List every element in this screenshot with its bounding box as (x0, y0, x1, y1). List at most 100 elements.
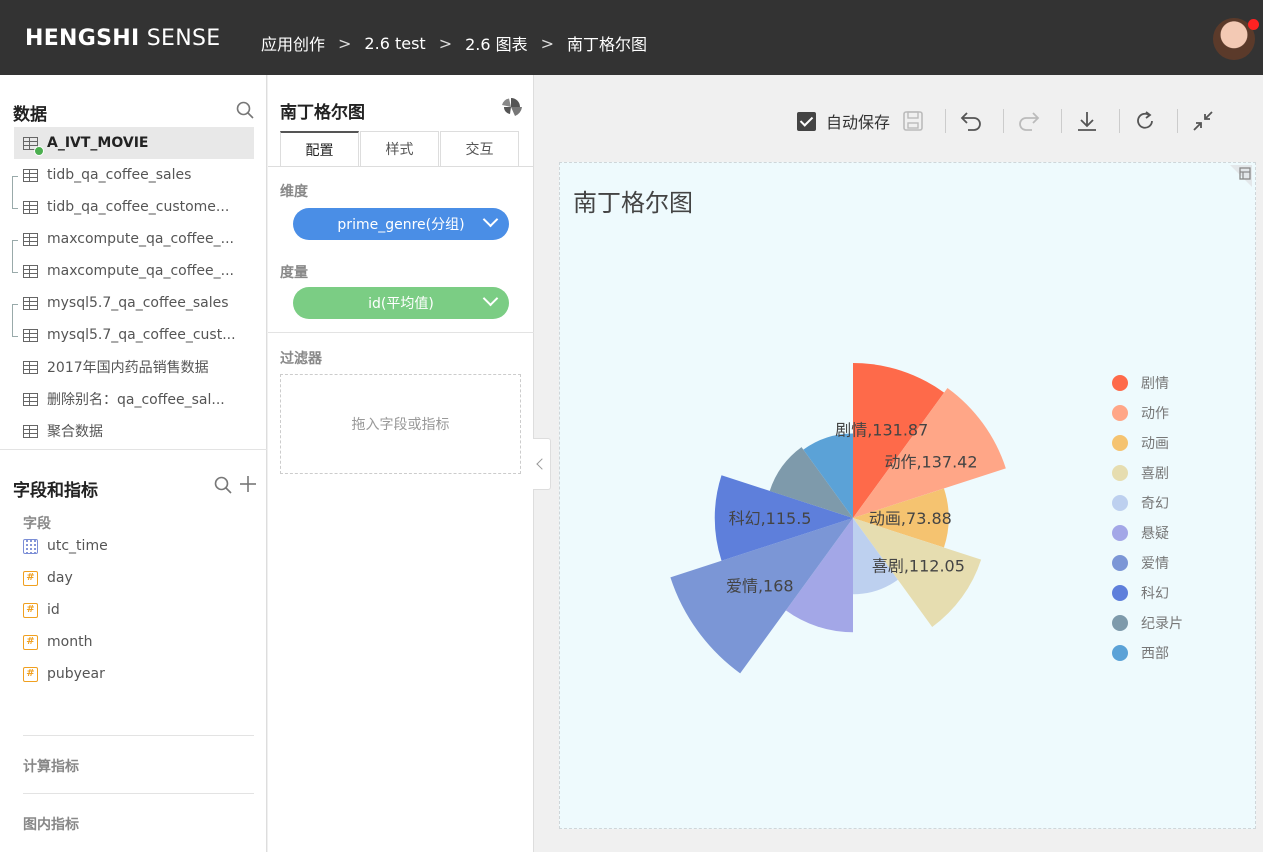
breadcrumb-separator: > (540, 33, 555, 53)
legend-label[interactable]: 动画 (1141, 436, 1169, 452)
chart-name-title[interactable]: 南丁格尔图 (280, 98, 365, 123)
filter-drop-zone[interactable]: 拖入字段或指标 (280, 374, 521, 474)
dataset-item[interactable]: mysql5.7_qa_coffee_cust... (14, 319, 254, 351)
legend-label[interactable]: 悬疑 (1141, 526, 1169, 542)
dimension-label: 维度 (280, 184, 308, 200)
data-label: 喜剧,112.05 (872, 557, 965, 576)
chevron-down-icon[interactable] (482, 290, 499, 307)
field-item[interactable]: # id (14, 594, 254, 626)
calc-metrics-label[interactable]: 计算指标 (23, 756, 79, 776)
legend-label[interactable]: 西部 (1141, 646, 1169, 662)
toolbar-separator (1119, 109, 1121, 133)
legend-label[interactable]: 爱情 (1141, 556, 1169, 572)
legend-label[interactable]: 剧情 (1141, 376, 1169, 392)
dataset-item[interactable]: tidb_qa_coffee_sales (14, 159, 254, 191)
number-field-icon: # (23, 570, 38, 586)
legend-marker[interactable] (1112, 405, 1128, 421)
dataset-item[interactable]: 2017年国内药品销售数据 (14, 351, 254, 383)
breadcrumb-item[interactable]: 2.6 test (364, 34, 425, 53)
legend-marker[interactable] (1112, 615, 1128, 631)
legend-label[interactable]: 喜剧 (1141, 466, 1169, 482)
legend-label[interactable]: 纪录片 (1141, 616, 1183, 632)
dataset-list: A_IVT_MOVIE tidb_qa_coffee_sales tidb_qa… (14, 127, 254, 447)
inchart-metrics-label[interactable]: 图内指标 (23, 814, 79, 834)
field-item[interactable]: utc_time (14, 530, 254, 562)
nightingale-rose-chart[interactable]: 剧情,131.87 动作,137.42 动画,73.88 喜剧,112.05 爱情,16… (560, 163, 1257, 830)
measure-label: 度量 (280, 265, 308, 281)
group-bracket (12, 176, 18, 209)
table-icon (23, 264, 38, 278)
field-item[interactable]: # day (14, 562, 254, 594)
config-tabs: 配置 样式 交互 (280, 131, 520, 166)
data-panel: 数据 A_IVT_MOVIE tidb_qa_coffee_sales tidb… (0, 75, 267, 852)
section-divider (0, 449, 267, 450)
legend-marker[interactable] (1112, 645, 1128, 661)
legend-marker[interactable] (1112, 525, 1128, 541)
dataset-item[interactable]: mysql5.7_qa_coffee_sales (14, 287, 254, 319)
legend-marker[interactable] (1112, 375, 1128, 391)
field-item[interactable]: # pubyear (14, 658, 254, 690)
download-icon[interactable] (1076, 110, 1098, 132)
number-field-icon: # (23, 602, 38, 618)
refresh-icon[interactable] (1134, 110, 1156, 132)
data-label: 动画,73.88 (869, 509, 952, 528)
breadcrumb-item[interactable]: 应用创作 (261, 31, 325, 55)
undo-icon[interactable] (960, 110, 982, 132)
check-status-icon (34, 146, 44, 156)
brand-logo[interactable]: HENGSHI SENSE (25, 26, 220, 51)
config-panel: 南丁格尔图 配置 样式 交互 维度 prime_genre(分组) 度量 id(… (268, 75, 534, 852)
legend-marker[interactable] (1112, 465, 1128, 481)
legend-marker[interactable] (1112, 435, 1128, 451)
dataset-item[interactable]: 删除别名：qa_coffee_sal... (14, 383, 254, 415)
dataset-item[interactable]: maxcompute_qa_coffee_... (14, 255, 254, 287)
autosave-label[interactable]: 自动保存 (826, 109, 890, 133)
legend-label[interactable]: 动作 (1141, 406, 1169, 422)
filter-label: 过滤器 (280, 351, 322, 367)
legend-marker[interactable] (1112, 555, 1128, 571)
tab-style[interactable]: 样式 (360, 131, 439, 166)
legend-marker[interactable] (1112, 495, 1128, 511)
search-icon[interactable] (214, 476, 232, 494)
tab-config[interactable]: 配置 (280, 131, 359, 166)
data-label: 剧情,131.87 (835, 421, 928, 440)
tab-interaction[interactable]: 交互 (440, 131, 519, 166)
save-icon[interactable] (902, 110, 924, 132)
dataset-item[interactable]: A_IVT_MOVIE (14, 127, 254, 159)
redo-icon[interactable] (1018, 110, 1040, 132)
notification-dot (1248, 19, 1259, 30)
fields-section-title: 字段和指标 (13, 481, 98, 501)
field-item[interactable]: # month (14, 626, 254, 658)
collapse-icon[interactable] (1192, 110, 1214, 132)
data-section-title: 数据 (13, 105, 47, 125)
chevron-down-icon[interactable] (482, 211, 499, 228)
data-label: 科幻,115.5 (729, 509, 812, 528)
toolbar: 自动保存 (790, 104, 1214, 138)
breadcrumb-item[interactable]: 2.6 图表 (465, 31, 528, 55)
dataset-item[interactable]: 聚合数据 (14, 415, 254, 447)
chart-type-icon[interactable] (498, 97, 524, 117)
autosave-checkbox[interactable] (797, 111, 816, 131)
toolbar-separator (945, 109, 947, 133)
table-icon (23, 200, 38, 214)
dataset-item[interactable]: maxcompute_qa_coffee_... (14, 223, 254, 255)
top-bar: HENGSHI SENSE 应用创作 > 2.6 test > 2.6 图表 >… (0, 0, 1263, 75)
legend-label[interactable]: 奇幻 (1141, 495, 1169, 512)
measure-pill[interactable]: id(平均值) (293, 287, 509, 319)
search-icon[interactable] (236, 101, 254, 119)
table-icon (23, 424, 38, 438)
section-divider (268, 332, 534, 333)
group-bracket (12, 240, 18, 273)
table-icon (23, 168, 38, 182)
collapse-panel-handle[interactable] (533, 438, 551, 490)
data-label: 动作,137.42 (884, 452, 977, 471)
dataset-item[interactable]: tidb_qa_coffee_custome... (14, 191, 254, 223)
legend-label[interactable]: 科幻 (1141, 586, 1169, 602)
chart-canvas[interactable]: 南丁格尔图 剧情,131.87 动作,137.42 动画,73.88 喜剧,112.0… (559, 162, 1256, 829)
breadcrumb-current: 南丁格尔图 (567, 35, 648, 54)
tab-underline (268, 166, 534, 167)
table-icon (23, 392, 38, 406)
dimension-pill[interactable]: prime_genre(分组) (293, 208, 509, 240)
add-icon[interactable] (239, 475, 257, 493)
legend-marker[interactable] (1112, 585, 1128, 601)
toolbar-separator (1177, 109, 1179, 133)
